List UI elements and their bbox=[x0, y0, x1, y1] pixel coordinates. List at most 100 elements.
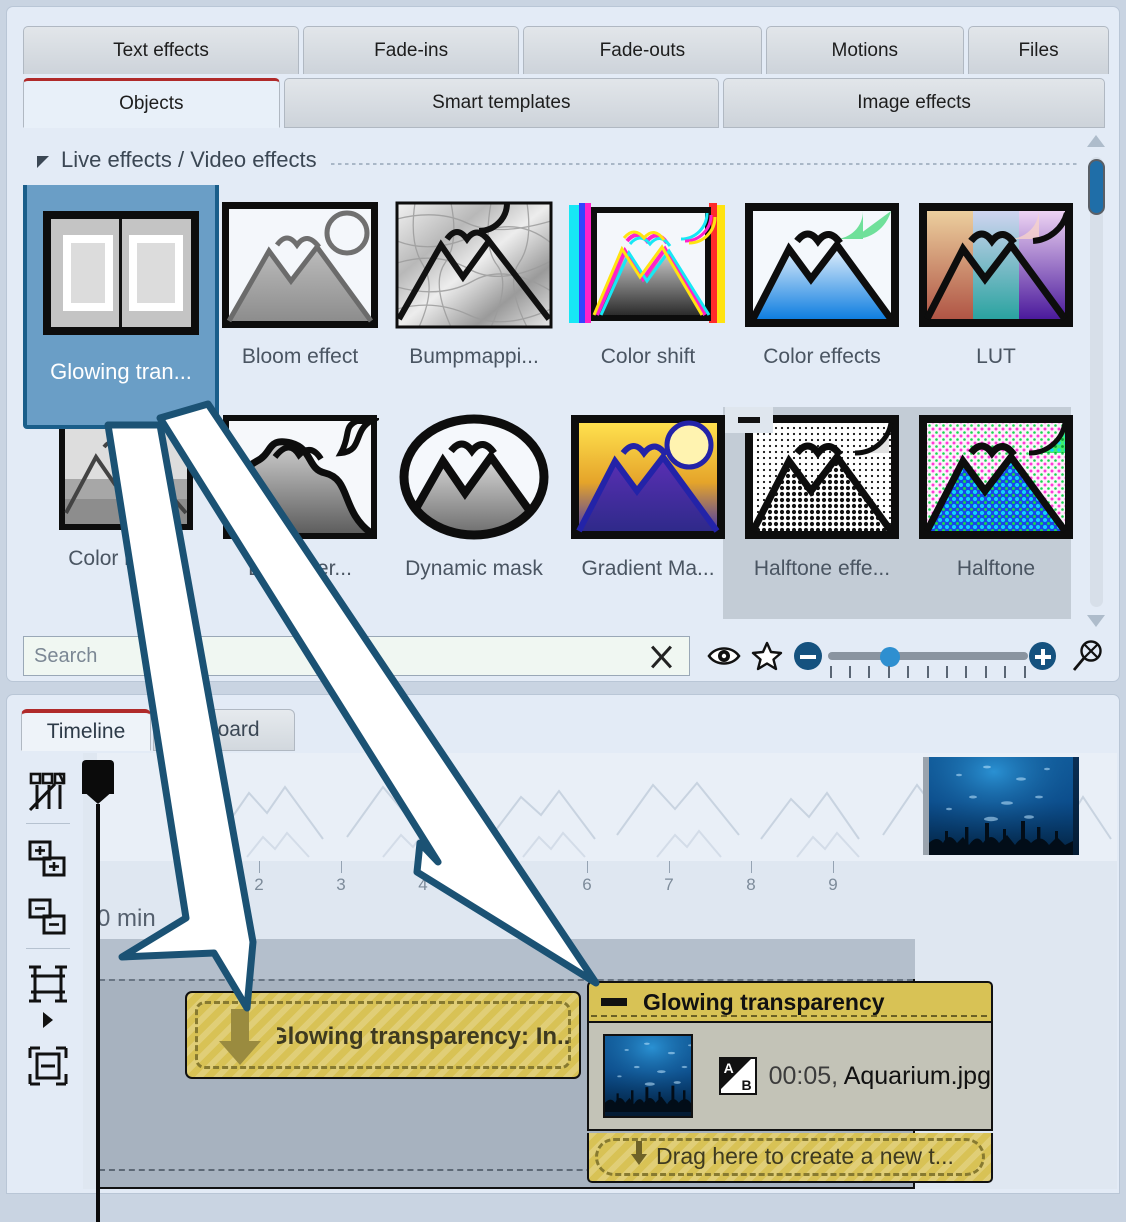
aquarium-thumbnail[interactable] bbox=[603, 1034, 693, 1118]
effect-item-glowing-transparency[interactable]: Glowing tran... bbox=[23, 185, 219, 429]
timeline-toolbar bbox=[17, 757, 79, 1187]
expand-objects-icon[interactable] bbox=[25, 1043, 71, 1089]
tab-storyboard[interactable]: ryboard bbox=[153, 709, 295, 751]
effect-item-label: LUT bbox=[976, 345, 1016, 368]
effect-item-label: Displacer... bbox=[248, 557, 352, 580]
clip-filename: Aquarium.jpg bbox=[843, 1061, 991, 1090]
group-collapse-icon[interactable] bbox=[725, 407, 773, 433]
group-header-dashline bbox=[591, 1015, 987, 1017]
tab-objects[interactable]: Objects bbox=[23, 78, 280, 128]
tab-smart-templates[interactable]: Smart templates bbox=[283, 78, 720, 128]
remove-track-icon[interactable] bbox=[25, 894, 71, 940]
fit-objects-icon[interactable] bbox=[25, 961, 71, 1007]
effect-item-label: Color redu... bbox=[68, 547, 184, 570]
zoom-slider-ticks bbox=[829, 666, 1026, 680]
scrollbar-thumb[interactable] bbox=[1088, 159, 1105, 215]
search-input[interactable]: Search bbox=[23, 636, 691, 676]
effect-item-label: Glowing tran... bbox=[50, 359, 192, 384]
tab-text-effects[interactable]: Text effects bbox=[23, 26, 299, 74]
displacement-thumb bbox=[221, 413, 383, 541]
expand-arrow-icon[interactable] bbox=[25, 1009, 71, 1031]
color-shift-thumb bbox=[569, 201, 727, 329]
clear-x-icon[interactable] bbox=[647, 643, 675, 671]
zoom-slider-knob[interactable] bbox=[879, 647, 900, 667]
ab-transition-icon: AB bbox=[718, 1057, 757, 1095]
magnifier-reset-icon[interactable] bbox=[1066, 636, 1109, 676]
bloom-effect-thumb bbox=[221, 201, 379, 329]
timeline-preview-strip[interactable] bbox=[97, 753, 1117, 861]
minus-collapse-icon[interactable] bbox=[601, 998, 627, 1006]
tab-label: Fade-ins bbox=[374, 39, 449, 61]
effects-grid-row-1: Glowing tran... Bloom effect Bumpmappi..… bbox=[23, 185, 1085, 429]
scrollbar-track[interactable] bbox=[1090, 157, 1103, 607]
aquarium-thumbnail[interactable] bbox=[923, 757, 1079, 855]
search-placeholder: Search bbox=[34, 644, 98, 667]
ruler-tick-label: 9 bbox=[828, 875, 838, 894]
tab-fade-outs[interactable]: Fade-outs bbox=[523, 26, 762, 74]
effect-item-label: Gradient Ma... bbox=[581, 557, 715, 580]
color-effects-thumb bbox=[743, 201, 901, 329]
tab-files[interactable]: Files bbox=[968, 26, 1109, 74]
effect-item-lut[interactable]: LUT bbox=[909, 185, 1083, 397]
tab-label: Image effects bbox=[857, 92, 971, 113]
timeline-playhead[interactable] bbox=[82, 760, 114, 1222]
group-title: Glowing transparency bbox=[643, 988, 885, 1015]
ruler-tick-label: 8 bbox=[746, 875, 756, 894]
zoom-slider[interactable] bbox=[827, 636, 1028, 678]
timeline-tab-row: Timeline ryboard bbox=[21, 709, 297, 751]
group-item-caption: 00:05, Aquarium.jpg bbox=[769, 1062, 991, 1091]
effect-item-dynamic-mask[interactable]: Dynamic mask bbox=[387, 397, 561, 609]
scroll-down-arrow-icon[interactable] bbox=[1087, 615, 1105, 627]
timeline-group-glowing-transparency[interactable]: Glowing transparency A B 00:05, Aquarium… bbox=[587, 981, 993, 1183]
effect-item-displacement[interactable]: Displacer... bbox=[213, 397, 387, 609]
effect-item-color-shift[interactable]: Color shift bbox=[561, 185, 735, 397]
app-window: Text effects Fade-ins Fade-outs Motions … bbox=[0, 0, 1126, 1222]
scroll-up-arrow-icon[interactable] bbox=[1087, 135, 1105, 147]
toolbar-divider bbox=[26, 948, 70, 949]
eye-preview-icon[interactable] bbox=[702, 636, 745, 676]
add-track-icon[interactable] bbox=[25, 836, 71, 882]
playhead-handle[interactable] bbox=[82, 760, 114, 804]
tab-motions[interactable]: Motions bbox=[765, 26, 965, 74]
effect-item-halftone[interactable]: Halftone bbox=[909, 397, 1083, 609]
tab-label: Motions bbox=[831, 39, 899, 61]
zoom-minus-icon[interactable] bbox=[794, 642, 822, 670]
effect-item-gradient-map[interactable]: Gradient Ma... bbox=[561, 397, 735, 609]
effect-item-color-effects[interactable]: Color effects bbox=[735, 185, 909, 397]
effect-item-bloom-effect[interactable]: Bloom effect bbox=[213, 185, 387, 397]
effects-scrollbar[interactable] bbox=[1083, 135, 1109, 627]
tab-fade-ins[interactable]: Fade-ins bbox=[302, 26, 520, 74]
effect-item-label: Bloom effect bbox=[241, 345, 359, 368]
group-item-row[interactable]: AB 00:05, Aquarium.jpg bbox=[587, 1021, 993, 1131]
effect-item-label: Color shift bbox=[600, 345, 696, 368]
effect-clip-glowing-transparency[interactable]: Glowing transparency: In... bbox=[185, 991, 581, 1079]
effect-item-label: Dynamic mask bbox=[405, 557, 543, 580]
zoom-plus-icon[interactable] bbox=[1028, 642, 1057, 670]
drop-zone-new-transition[interactable]: Drag here to create a new t... bbox=[587, 1133, 993, 1183]
star-favorite-icon[interactable] bbox=[745, 636, 788, 676]
timeline-ruler[interactable]: 2 3 4 5 6 7 8 9 bbox=[97, 861, 1117, 907]
effects-top-tab-row: Text effects Fade-ins Fade-outs Motions … bbox=[23, 26, 1109, 74]
ruler-tick-label: 4 bbox=[418, 875, 428, 894]
ruler-tick-label: 6 bbox=[582, 875, 592, 894]
chapter-header-band bbox=[97, 939, 915, 979]
drop-zone-content: Drag here to create a new t... bbox=[589, 1133, 995, 1179]
effect-item-label: Bumpmappi... bbox=[409, 345, 539, 368]
split-movie-icon[interactable] bbox=[25, 769, 71, 815]
timeline-body[interactable]: 2 3 4 5 6 7 8 9 0 min Chapter bbox=[83, 753, 1117, 1189]
tab-timeline[interactable]: Timeline bbox=[21, 709, 151, 751]
ruler-tick-label: 7 bbox=[664, 875, 674, 894]
zoom-slider-track[interactable] bbox=[827, 652, 1028, 660]
section-title: Live effects / Video effects bbox=[61, 147, 317, 172]
effect-item-label: Halftone effe... bbox=[753, 557, 891, 580]
section-header-live-effects[interactable]: Live effects / Video effects bbox=[37, 147, 1077, 173]
section-divider-dots bbox=[330, 163, 1077, 165]
tab-image-effects[interactable]: Image effects bbox=[723, 78, 1105, 128]
timeline-origin-label: 0 min bbox=[97, 905, 156, 932]
triangle-collapse-icon[interactable] bbox=[37, 155, 49, 168]
tab-label: Smart templates bbox=[432, 92, 571, 113]
clip-duration: 00:05, bbox=[768, 1061, 839, 1090]
effect-item-label: Color effects bbox=[763, 345, 881, 368]
tab-label: Fade-outs bbox=[599, 39, 686, 61]
effect-item-bumpmapping[interactable]: Bumpmappi... bbox=[387, 185, 561, 397]
